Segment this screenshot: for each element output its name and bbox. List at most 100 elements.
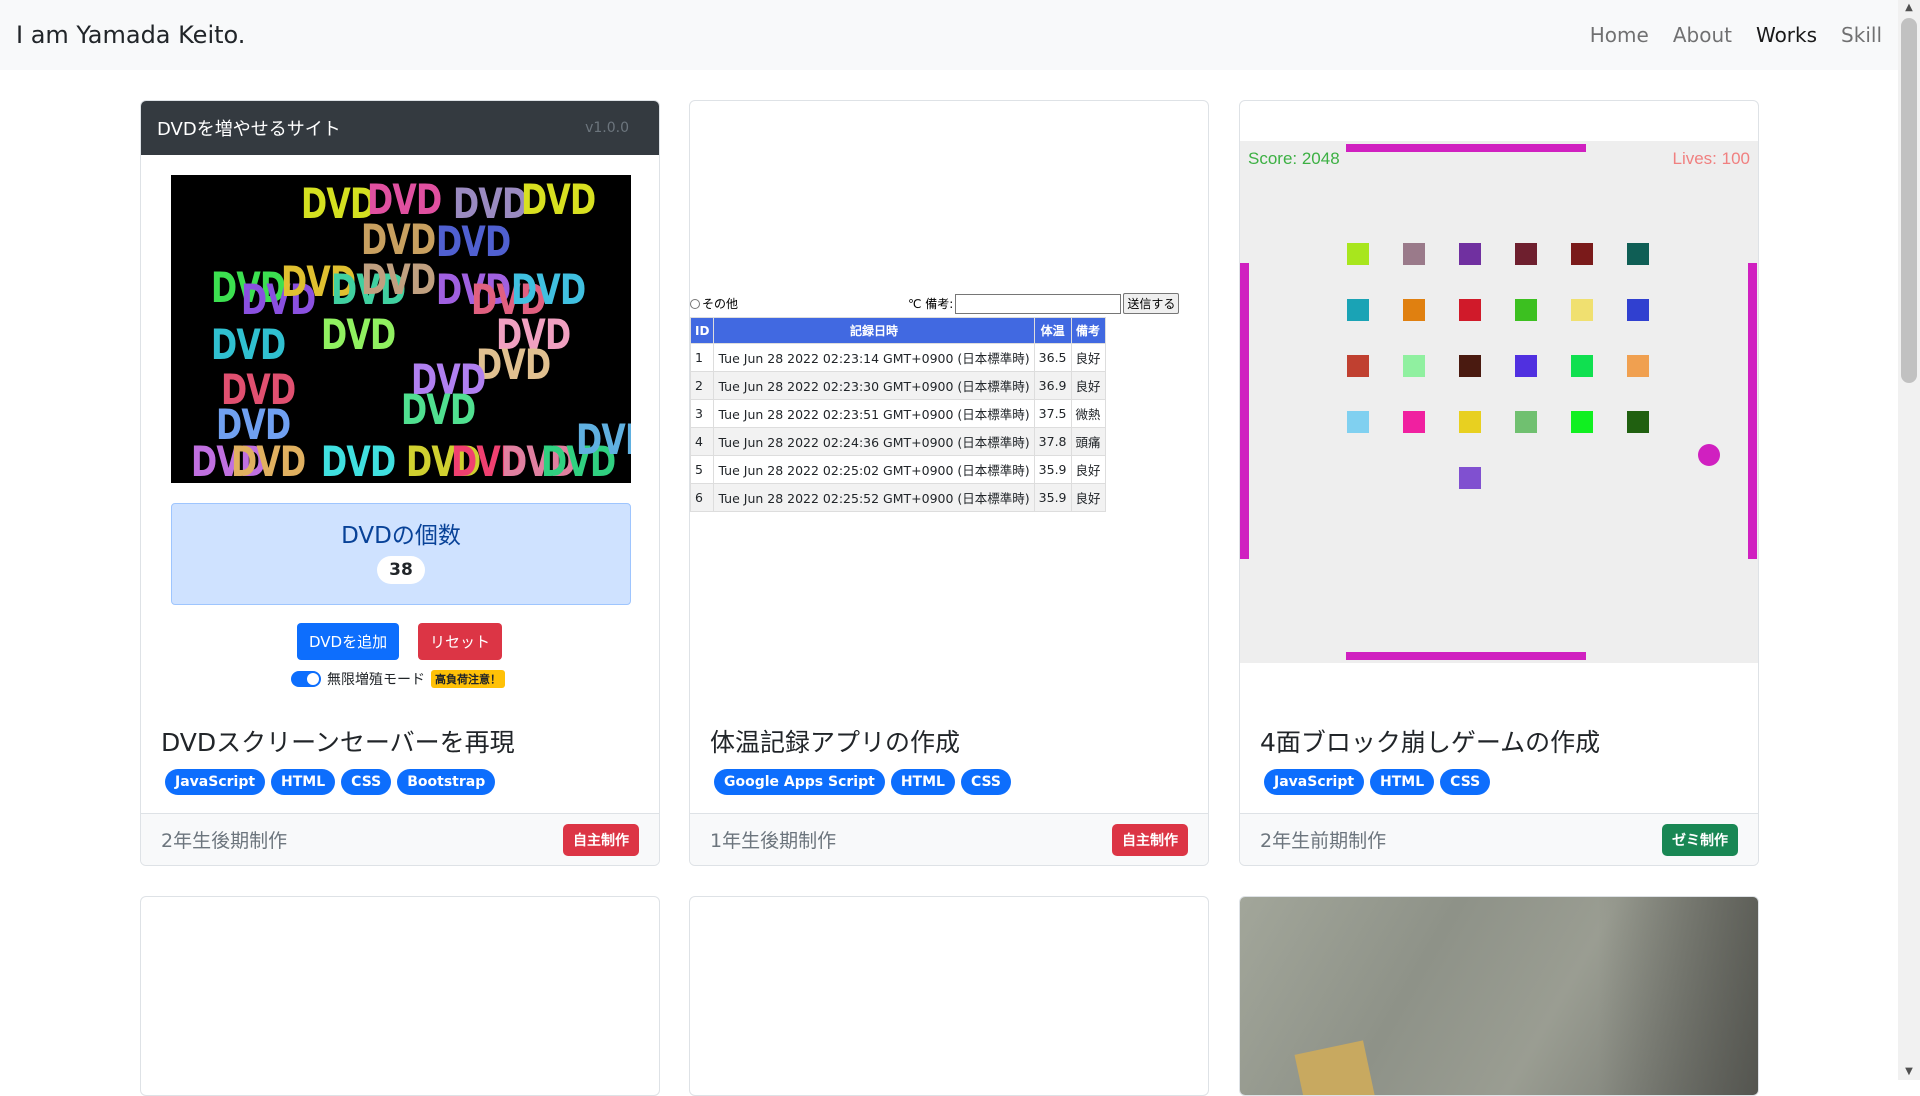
game-block <box>1459 299 1481 321</box>
work-card-4[interactable] <box>140 896 660 1096</box>
game-block <box>1347 355 1369 377</box>
right-paddle <box>1748 263 1757 559</box>
table-cell: Tue Jun 28 2022 02:25:52 GMT+0900 (日本標準時… <box>713 483 1035 512</box>
photo-object <box>1294 1040 1376 1095</box>
tag-list: JavaScript HTML CSS <box>1264 769 1491 795</box>
left-paddle <box>1240 263 1249 559</box>
send-button[interactable]: 送信する <box>1123 293 1180 314</box>
nav-links: Home About Works Skill <box>1590 23 1882 47</box>
game-block <box>1403 299 1425 321</box>
dvd-site-preview: DVDを増やせるサイト v1.0.0 DVD DVD DVD DVD DVD DVD DVD… <box>141 101 659 705</box>
tag-javascript: JavaScript <box>165 769 266 795</box>
tag-css: CSS <box>960 769 1012 795</box>
game-block <box>1571 411 1593 433</box>
dvd-count-value: 38 <box>377 556 425 584</box>
page-scrollbar[interactable]: ▲ ▼ <box>1898 0 1920 1080</box>
tag-css: CSS <box>1440 769 1491 795</box>
dvd-logo: DVD <box>211 320 286 369</box>
card-footer: 2年生前期制作 ゼミ制作 <box>1240 813 1758 865</box>
infinite-mode-toggle[interactable] <box>291 671 321 687</box>
dvd-site-version: v1.0.0 <box>585 120 629 136</box>
dvd-logo: DVD <box>361 255 436 304</box>
table-row: 4 Tue Jun 28 2022 02:24:36 GMT+0900 (日本標準… <box>690 427 1106 456</box>
table-cell: 37.8 <box>1033 427 1072 456</box>
remark-input[interactable] <box>955 293 1122 314</box>
table-cell: Tue Jun 28 2022 02:23:30 GMT+0900 (日本標準時… <box>713 371 1035 400</box>
brand-link[interactable]: I am Yamada Keito. <box>16 21 245 49</box>
nav-about[interactable]: About <box>1673 23 1732 47</box>
scroll-down-arrow-icon[interactable]: ▼ <box>1903 1066 1915 1078</box>
dvd-canvas: DVD DVD DVD DVD DVD DVD DVD DVD DVD DVD DVD DVD DVD D… <box>171 175 631 483</box>
table-cell: 37.5 <box>1033 399 1072 428</box>
nav-home[interactable]: Home <box>1590 23 1649 47</box>
breakout-game-preview: Score: 2048 Lives: 100 <box>1240 101 1758 705</box>
table-cell: 良好 <box>1070 483 1106 512</box>
tag-bootstrap: Bootstrap <box>397 769 496 795</box>
dvd-count-label: DVDの個数 <box>341 523 461 549</box>
table-cell: 2 <box>690 371 715 400</box>
dvd-logo: DVD <box>231 437 306 483</box>
reset-button[interactable]: リセット <box>418 623 503 660</box>
dvd-logo: DVD <box>401 385 476 434</box>
column-header: 記録日時 <box>713 317 1035 344</box>
card-type-badge: ゼミ制作 <box>1662 823 1738 856</box>
radio-other[interactable] <box>690 298 700 309</box>
dvd-logo: DVD <box>436 217 511 266</box>
game-block <box>1347 243 1369 265</box>
scroll-up-arrow-icon[interactable]: ▲ <box>1903 2 1915 14</box>
tag-css: CSS <box>341 769 392 795</box>
tag-google-apps-script: Google Apps Script <box>714 769 885 795</box>
table-cell: 5 <box>690 455 715 484</box>
tag-html: HTML <box>1370 769 1435 795</box>
card-title: 4面ブロック崩しゲームの作成 <box>1260 728 1601 757</box>
game-block <box>1515 411 1537 433</box>
dvd-logo: DVD <box>511 265 586 314</box>
work-card-temperature[interactable]: その他 ℃ 備考: 送信する ID 記録日時 体温 備考 1 Tue Jun 28… <box>689 100 1209 866</box>
table-cell: 35.9 <box>1033 483 1072 512</box>
table-row: 3 Tue Jun 28 2022 02:23:51 GMT+0900 (日本標準… <box>690 399 1106 428</box>
table-cell: 36.9 <box>1033 371 1072 400</box>
dvd-logo: DVD <box>476 340 551 389</box>
card-footer: 1年生後期制作 自主制作 <box>690 813 1208 865</box>
work-card-breakout[interactable]: Score: 2048 Lives: 100 4面ブロック崩しゲームの作成 Ja… <box>1239 100 1759 866</box>
game-block <box>1627 299 1649 321</box>
dvd-logo: DVD <box>321 437 396 483</box>
tag-html: HTML <box>271 769 336 795</box>
work-photo <box>1240 897 1758 1095</box>
temperature-app-preview: その他 ℃ 備考: 送信する ID 記録日時 体温 備考 1 Tue Jun 28… <box>690 101 1208 705</box>
add-dvd-button[interactable]: DVDを追加 <box>297 623 400 660</box>
dvd-logo: DVD <box>576 415 631 464</box>
game-block <box>1571 243 1593 265</box>
table-cell: 頭痛 <box>1070 427 1106 456</box>
table-cell: Tue Jun 28 2022 02:23:14 GMT+0900 (日本標準時… <box>713 343 1035 372</box>
dvd-site-header: DVDを増やせるサイト v1.0.0 <box>141 101 659 155</box>
card-type-badge: 自主制作 <box>1112 823 1188 856</box>
game-block <box>1515 355 1537 377</box>
work-card-5[interactable] <box>689 896 1209 1096</box>
column-header: 体温 <box>1033 317 1072 344</box>
table-cell: Tue Jun 28 2022 02:23:51 GMT+0900 (日本標準時… <box>713 399 1035 428</box>
scroll-thumb[interactable] <box>1901 18 1917 383</box>
top-paddle <box>1346 144 1586 152</box>
temperature-input[interactable] <box>740 294 907 313</box>
work-card-6[interactable] <box>1239 896 1759 1096</box>
work-card-dvd[interactable]: DVDを増やせるサイト v1.0.0 DVD DVD DVD DVD DVD DVD DVD… <box>140 100 660 866</box>
tag-list: Google Apps Script HTML CSS <box>714 769 1012 795</box>
temperature-form: その他 ℃ 備考: 送信する <box>690 293 1180 314</box>
game-block <box>1403 411 1425 433</box>
game-block <box>1515 299 1537 321</box>
table-cell: 6 <box>690 483 715 512</box>
score-text: Score: 2048 <box>1248 149 1340 168</box>
table-cell: 1 <box>690 343 715 372</box>
nav-skill[interactable]: Skill <box>1841 23 1882 47</box>
radio-other-label: その他 <box>702 297 739 311</box>
card-period: 2年生前期制作 <box>1260 830 1387 852</box>
nav-works[interactable]: Works <box>1756 23 1817 47</box>
tag-list: JavaScript HTML CSS Bootstrap <box>165 769 496 795</box>
infinite-mode-label: 無限増殖モード <box>327 672 425 688</box>
game-block <box>1403 355 1425 377</box>
dvd-logo: DVD <box>321 310 396 359</box>
card-type-badge: 自主制作 <box>563 823 639 856</box>
dvd-count-box: DVDの個数 38 <box>171 503 631 605</box>
table-header-row: ID 記録日時 体温 備考 <box>690 317 1106 344</box>
